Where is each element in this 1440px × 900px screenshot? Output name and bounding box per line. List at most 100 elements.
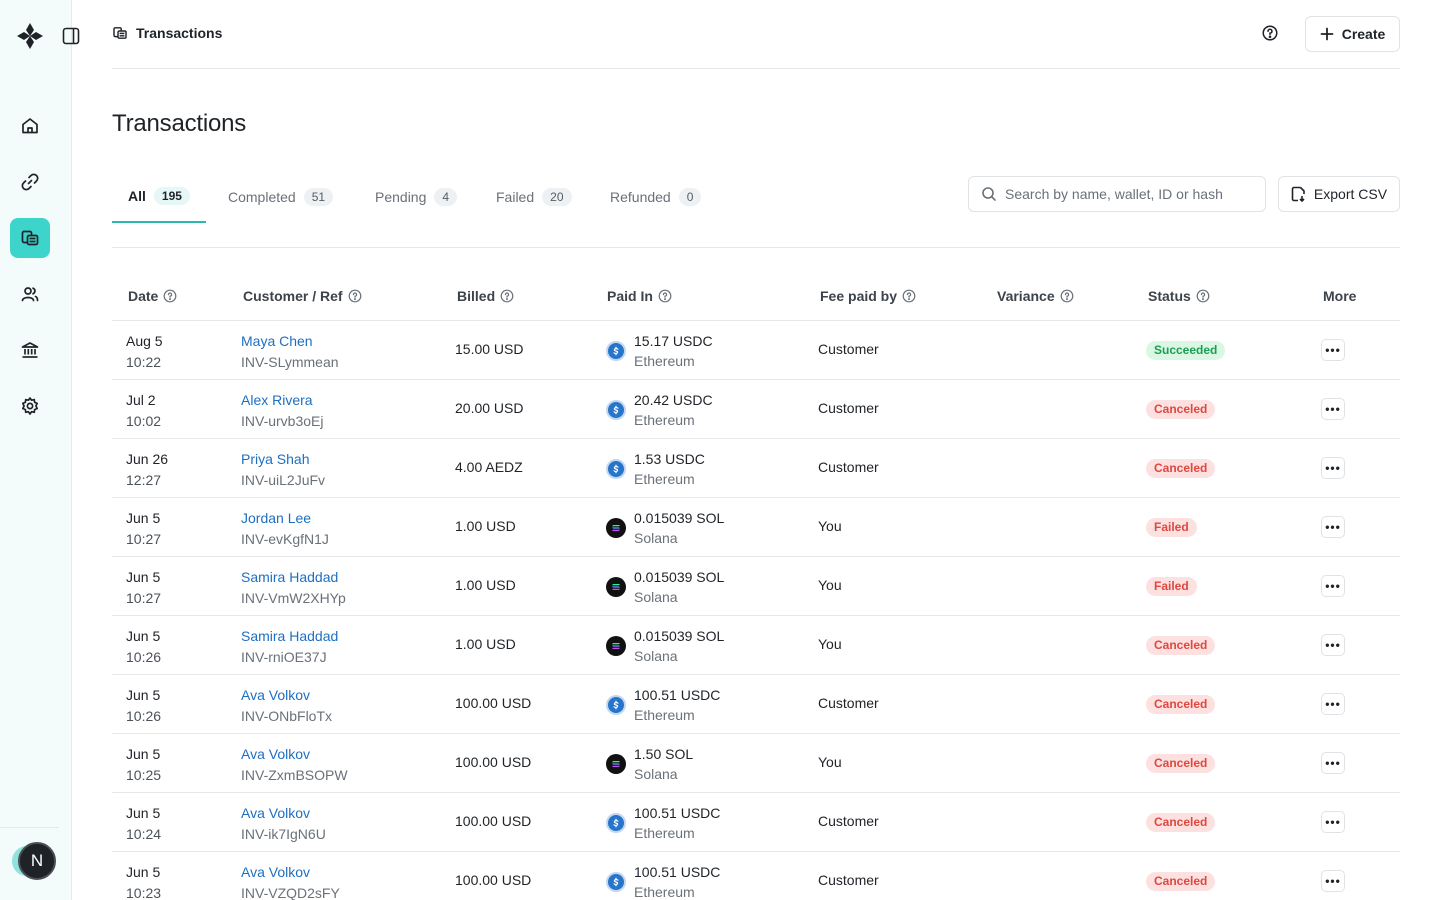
table-row[interactable]: Jun 5 10:27 Jordan Lee INV-evKgfN1J 1.00…	[112, 498, 1400, 557]
solana-coin-icon	[606, 754, 626, 774]
customer-link[interactable]: Priya Shah	[241, 449, 325, 470]
tab-failed[interactable]: Failed 20	[496, 170, 572, 223]
user-menu[interactable]: N	[12, 842, 58, 882]
tab-completed[interactable]: Completed 51	[228, 170, 334, 223]
info-icon[interactable]	[1060, 289, 1074, 303]
customer-link[interactable]: Ava Volkov	[241, 862, 340, 883]
more-actions-button[interactable]: •••	[1321, 752, 1345, 774]
more-actions-button[interactable]: •••	[1321, 457, 1345, 479]
column-label: Fee paid by	[820, 288, 898, 304]
info-icon[interactable]	[163, 289, 177, 303]
more-actions-button[interactable]: •••	[1321, 693, 1345, 715]
paid-in-cell: 0.015039 SOL Solana	[606, 508, 724, 548]
info-icon[interactable]	[1196, 289, 1210, 303]
column-header-customer[interactable]: Customer / Ref	[243, 288, 362, 304]
export-csv-button[interactable]: Export CSV	[1278, 176, 1400, 212]
usdc-coin-icon	[606, 872, 626, 892]
column-label: Customer / Ref	[243, 288, 343, 304]
customer-cell: Samira Haddad INV-rniOE37J	[241, 626, 338, 668]
help-icon[interactable]	[1261, 24, 1281, 44]
info-icon[interactable]	[500, 289, 514, 303]
create-button[interactable]: Create	[1305, 16, 1400, 52]
tab-label: Failed	[496, 188, 535, 205]
top-header: Transactions Create	[112, 0, 1400, 69]
date-cell: Jun 5 10:26	[126, 685, 161, 727]
fee-paid-by: Customer	[818, 813, 879, 829]
table-row[interactable]: Jun 26 12:27 Priya Shah INV-uiL2JuFv 4.0…	[112, 439, 1400, 498]
customer-link[interactable]: Ava Volkov	[241, 685, 332, 706]
date: Jul 2	[126, 392, 156, 408]
bank-icon	[21, 342, 39, 358]
more-actions-button[interactable]: •••	[1321, 811, 1345, 833]
date-cell: Jun 5 10:27	[126, 508, 161, 550]
sidebar-item-settings[interactable]	[10, 386, 50, 426]
status-badge: Failed	[1146, 518, 1197, 537]
paid-network: Ethereum	[634, 412, 695, 428]
customer-link[interactable]: Maya Chen	[241, 331, 339, 352]
customer-link[interactable]: Ava Volkov	[241, 803, 326, 824]
tab-pending[interactable]: Pending 4	[375, 170, 458, 223]
more-actions-button[interactable]: •••	[1321, 339, 1345, 361]
sidebar-item-bank[interactable]	[10, 330, 50, 370]
fee-paid-by: Customer	[818, 459, 879, 475]
avatar[interactable]: N	[18, 842, 56, 880]
column-header-date[interactable]: Date	[128, 288, 177, 304]
column-header-fee-paid-by[interactable]: Fee paid by	[820, 288, 916, 304]
sidebar-toggle-icon[interactable]	[61, 26, 81, 46]
date-cell: Aug 5 10:22	[126, 331, 163, 373]
customer-cell: Priya Shah INV-uiL2JuFv	[241, 449, 325, 491]
sidebar-item-transactions[interactable]	[10, 218, 50, 258]
table-row[interactable]: Aug 5 10:22 Maya Chen INV-SLymmean 15.00…	[112, 321, 1400, 380]
time: 10:26	[126, 649, 162, 665]
table-row[interactable]: Jun 5 10:24 Ava Volkov INV-ik7IgN6U 100.…	[112, 793, 1400, 852]
more-actions-button[interactable]: •••	[1321, 398, 1345, 420]
column-header-status[interactable]: Status	[1148, 288, 1210, 304]
info-icon[interactable]	[348, 289, 362, 303]
customer-link[interactable]: Ava Volkov	[241, 744, 348, 765]
table-body: Aug 5 10:22 Maya Chen INV-SLymmean 15.00…	[112, 321, 1400, 900]
invoice-ref: INV-VZQD2sFY	[241, 885, 340, 900]
sidebar-item-home[interactable]	[10, 106, 50, 146]
paid-network: Solana	[634, 766, 678, 782]
info-icon[interactable]	[902, 289, 916, 303]
fee-paid-by: You	[818, 754, 842, 770]
status-badge: Canceled	[1146, 813, 1216, 832]
table-row[interactable]: Jun 5 10:26 Samira Haddad INV-rniOE37J 1…	[112, 616, 1400, 675]
tab-refunded[interactable]: Refunded 0	[610, 170, 702, 223]
info-icon[interactable]	[658, 289, 672, 303]
paid-amount: 100.51 USDC	[634, 805, 721, 821]
fee-paid-by: Customer	[818, 341, 879, 357]
column-label: Billed	[457, 288, 496, 304]
status-badge: Canceled	[1146, 636, 1216, 655]
sidebar-item-customers[interactable]	[10, 274, 50, 314]
more-actions-button[interactable]: •••	[1321, 575, 1345, 597]
customer-link[interactable]: Jordan Lee	[241, 508, 329, 529]
customer-cell: Ava Volkov INV-ONbFloTx	[241, 685, 332, 727]
table-row[interactable]: Jun 5 10:25 Ava Volkov INV-ZxmBSOPW 100.…	[112, 734, 1400, 793]
search-input[interactable]	[1005, 186, 1255, 202]
logo-icon[interactable]	[16, 22, 44, 50]
more-actions-button[interactable]: •••	[1321, 634, 1345, 656]
column-header-billed[interactable]: Billed	[457, 288, 514, 304]
table-row[interactable]: Jun 5 10:23 Ava Volkov INV-VZQD2sFY 100.…	[112, 852, 1400, 900]
customer-link[interactable]: Samira Haddad	[241, 567, 346, 588]
paid-in-cell: 100.51 USDC Ethereum	[606, 862, 720, 900]
time: 10:25	[126, 767, 162, 783]
customer-link[interactable]: Alex Rivera	[241, 390, 323, 411]
sidebar-item-links[interactable]	[10, 162, 50, 202]
more-actions-button[interactable]: •••	[1321, 516, 1345, 538]
invoice-ref: INV-evKgfN1J	[241, 531, 329, 547]
status-cell: Failed	[1146, 518, 1197, 537]
table-row[interactable]: Jun 5 10:26 Ava Volkov INV-ONbFloTx 100.…	[112, 675, 1400, 734]
more-actions-button[interactable]: •••	[1321, 870, 1345, 892]
table-row[interactable]: Jul 2 10:02 Alex Rivera INV-urvb3oEj 20.…	[112, 380, 1400, 439]
tab-all[interactable]: All 195	[112, 170, 206, 223]
customer-link[interactable]: Samira Haddad	[241, 626, 338, 647]
table-row[interactable]: Jun 5 10:27 Samira Haddad INV-VmW2XHYp 1…	[112, 557, 1400, 616]
status-badge: Canceled	[1146, 400, 1216, 419]
billed-amount: 100.00 USD	[455, 754, 532, 770]
column-header-variance[interactable]: Variance	[997, 288, 1074, 304]
column-header-paid-in[interactable]: Paid In	[607, 288, 672, 304]
date: Jun 5	[126, 628, 161, 644]
create-button-label: Create	[1341, 26, 1386, 42]
